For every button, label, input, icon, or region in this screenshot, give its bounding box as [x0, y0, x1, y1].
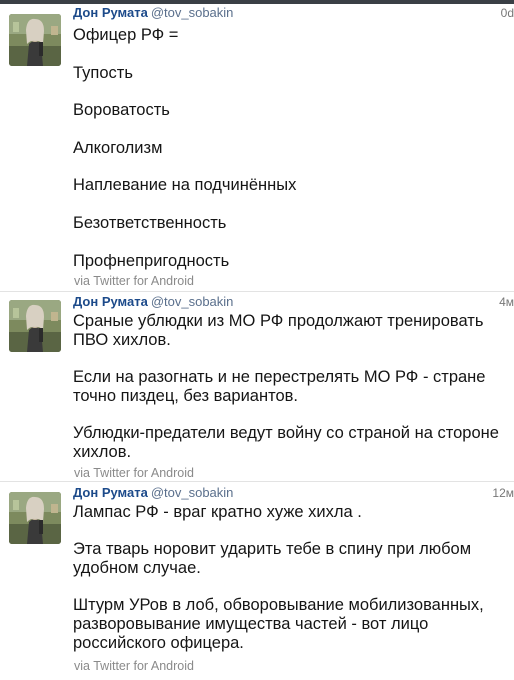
avatar[interactable] — [9, 14, 61, 66]
tweet-paragraph: Если на разогнать и не перестрелять МО Р… — [73, 368, 486, 405]
author-name[interactable]: Дон Румата — [73, 485, 148, 500]
avatar[interactable] — [9, 492, 61, 544]
tweet-time: 0d — [500, 6, 514, 20]
tweet-header: Дон Румата @tov_sobakin — [73, 293, 233, 311]
tweet-paragraph: Вороватость — [73, 101, 170, 120]
tweet-text: Лампас РФ - враг кратно хуже хихла . Эта… — [73, 503, 514, 653]
tweet-item[interactable]: Дон Румата @tov_sobakin 0d Офицер РФ = Ту… — [0, 4, 514, 291]
tweet-source: via Twitter for Android — [74, 466, 194, 480]
author-name[interactable]: Дон Румата — [73, 294, 148, 309]
tweet-header: Дон Румата @tov_sobakin — [73, 484, 233, 502]
tweet-paragraph: Профнепригодность — [73, 251, 230, 270]
tweet-paragraph: Лампас РФ - враг кратно хуже хихла . — [73, 503, 362, 521]
tweet-item[interactable]: Дон Румата @tov_sobakin 12м Лампас РФ - в… — [0, 482, 514, 680]
tweet-paragraph: Офицер РФ = — [73, 26, 179, 44]
tweet-paragraph: Безответственность — [73, 213, 227, 232]
author-name[interactable]: Дон Румата — [73, 5, 148, 20]
author-handle[interactable]: @tov_sobakin — [151, 5, 234, 20]
tweet-paragraph: Эта тварь норовит ударить тебе в спину п… — [73, 540, 472, 577]
tweet-paragraph: Сраные ублюдки из МО РФ продолжают трени… — [73, 312, 484, 349]
tweet-paragraph: Тупость — [73, 63, 133, 82]
tweet-item[interactable]: Дон Румата @tov_sobakin 4м Сраные ублюдки… — [0, 292, 514, 481]
tweet-paragraph: Алкоголизм — [73, 138, 163, 157]
tweet-paragraph: Наплевание на подчинённых — [73, 176, 297, 195]
tweet-header: Дон Румата @tov_sobakin — [73, 4, 233, 22]
tweet-source: via Twitter for Android — [74, 659, 194, 673]
tweet-text: Сраные ублюдки из МО РФ продолжают трени… — [73, 312, 514, 462]
author-handle[interactable]: @tov_sobakin — [151, 485, 234, 500]
tweet-time: 4м — [499, 295, 514, 309]
tweet-paragraph: Штурм УРов в лоб, обворовывание мобилизо… — [73, 596, 484, 652]
avatar-image — [9, 492, 61, 544]
tweet-time: 12м — [492, 486, 514, 500]
avatar-image — [9, 300, 61, 352]
avatar[interactable] — [9, 300, 61, 352]
avatar-image — [9, 14, 61, 66]
author-handle[interactable]: @tov_sobakin — [151, 294, 234, 309]
tweet-paragraph: Ублюдки-предатели ведут войну со страной… — [73, 424, 499, 461]
tweet-text: Офицер РФ = Тупость Вороватость Алкоголи… — [73, 26, 514, 271]
tweet-source: via Twitter for Android — [74, 274, 194, 288]
